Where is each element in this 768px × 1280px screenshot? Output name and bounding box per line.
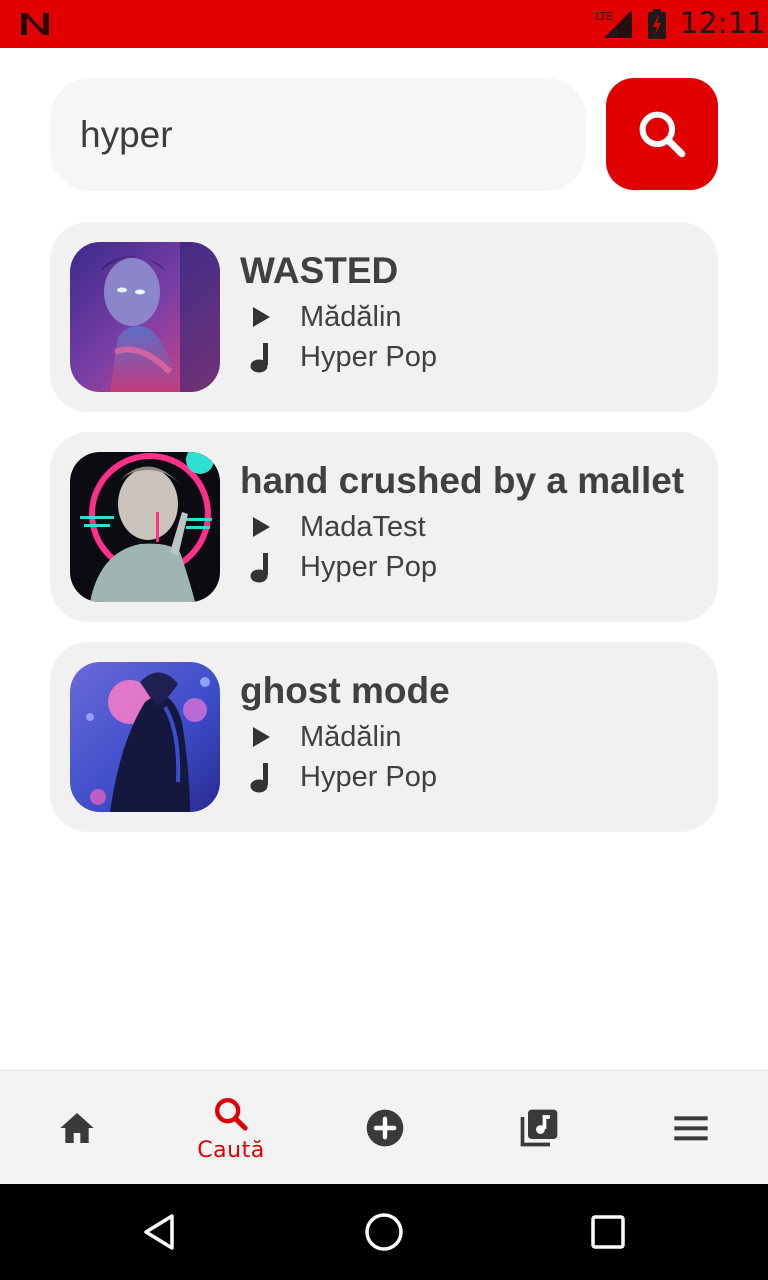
song-title: hand crushed by a mallet — [240, 460, 685, 501]
nav-search-label: Caută — [197, 1137, 265, 1163]
system-back-button[interactable] — [134, 1206, 186, 1258]
song-genre-row: Hyper Pop — [246, 760, 437, 794]
veiled-figure-cover — [70, 662, 220, 812]
add-circle-icon — [366, 1109, 404, 1147]
status-bar: LTE 12:11 — [0, 0, 768, 48]
notification-logo-icon — [21, 13, 49, 35]
results-list: WASTED Mădălin Hyper Pop hand crushed by… — [50, 222, 718, 852]
lte-signal-icon: LTE — [595, 10, 632, 38]
system-navigation-bar — [0, 1184, 768, 1280]
nav-library[interactable] — [462, 1071, 616, 1185]
music-note-icon — [250, 343, 268, 373]
song-card[interactable]: hand crushed by a mallet MadaTest Hyper … — [50, 432, 718, 622]
search-button[interactable] — [606, 78, 718, 190]
library-music-icon — [520, 1109, 558, 1147]
home-icon — [60, 1113, 94, 1143]
search-input[interactable] — [50, 78, 586, 191]
song-artist-row: Mădălin — [246, 300, 402, 334]
song-card[interactable]: ghost mode Mădălin Hyper Pop — [50, 642, 718, 832]
nav-menu[interactable] — [614, 1071, 768, 1185]
search-icon — [639, 111, 686, 158]
play-icon — [253, 727, 270, 747]
music-note-icon — [250, 553, 268, 583]
nav-home[interactable] — [0, 1071, 154, 1185]
status-time: 12:11 — [680, 6, 767, 40]
system-recents-button[interactable] — [582, 1206, 634, 1258]
home-circle-icon — [365, 1213, 403, 1251]
song-title: WASTED — [240, 250, 399, 291]
song-genre: Hyper Pop — [300, 550, 438, 583]
statue-neon-cover — [70, 242, 220, 392]
bottom-navigation: Caută — [0, 1070, 768, 1184]
music-note-icon — [250, 763, 268, 793]
song-artist-row: Mădălin — [246, 720, 402, 754]
recents-icon — [591, 1215, 625, 1249]
song-genre-row: Hyper Pop — [246, 340, 437, 374]
song-genre: Hyper Pop — [300, 760, 438, 793]
nav-search[interactable]: Caută — [154, 1071, 308, 1185]
song-cover-image — [70, 662, 220, 812]
song-artist: Mădălin — [300, 720, 402, 753]
bust-ring-cover — [70, 452, 220, 602]
song-title: ghost mode — [240, 670, 450, 711]
back-icon — [144, 1214, 174, 1250]
song-genre-row: Hyper Pop — [246, 550, 437, 584]
menu-icon — [674, 1116, 708, 1141]
song-artist-row: MadaTest — [246, 510, 426, 544]
song-card[interactable]: WASTED Mădălin Hyper Pop — [50, 222, 718, 412]
svg-text:LTE: LTE — [595, 10, 613, 23]
song-genre: Hyper Pop — [300, 340, 438, 373]
song-cover-image — [70, 242, 220, 392]
search-icon — [214, 1097, 248, 1131]
play-icon — [253, 307, 270, 327]
nav-add[interactable] — [308, 1071, 462, 1185]
song-cover-image — [70, 452, 220, 602]
battery-icon — [648, 9, 666, 39]
system-home-button[interactable] — [358, 1206, 410, 1258]
play-icon — [253, 517, 270, 537]
song-artist: Mădălin — [300, 300, 402, 333]
song-artist: MadaTest — [300, 510, 426, 543]
